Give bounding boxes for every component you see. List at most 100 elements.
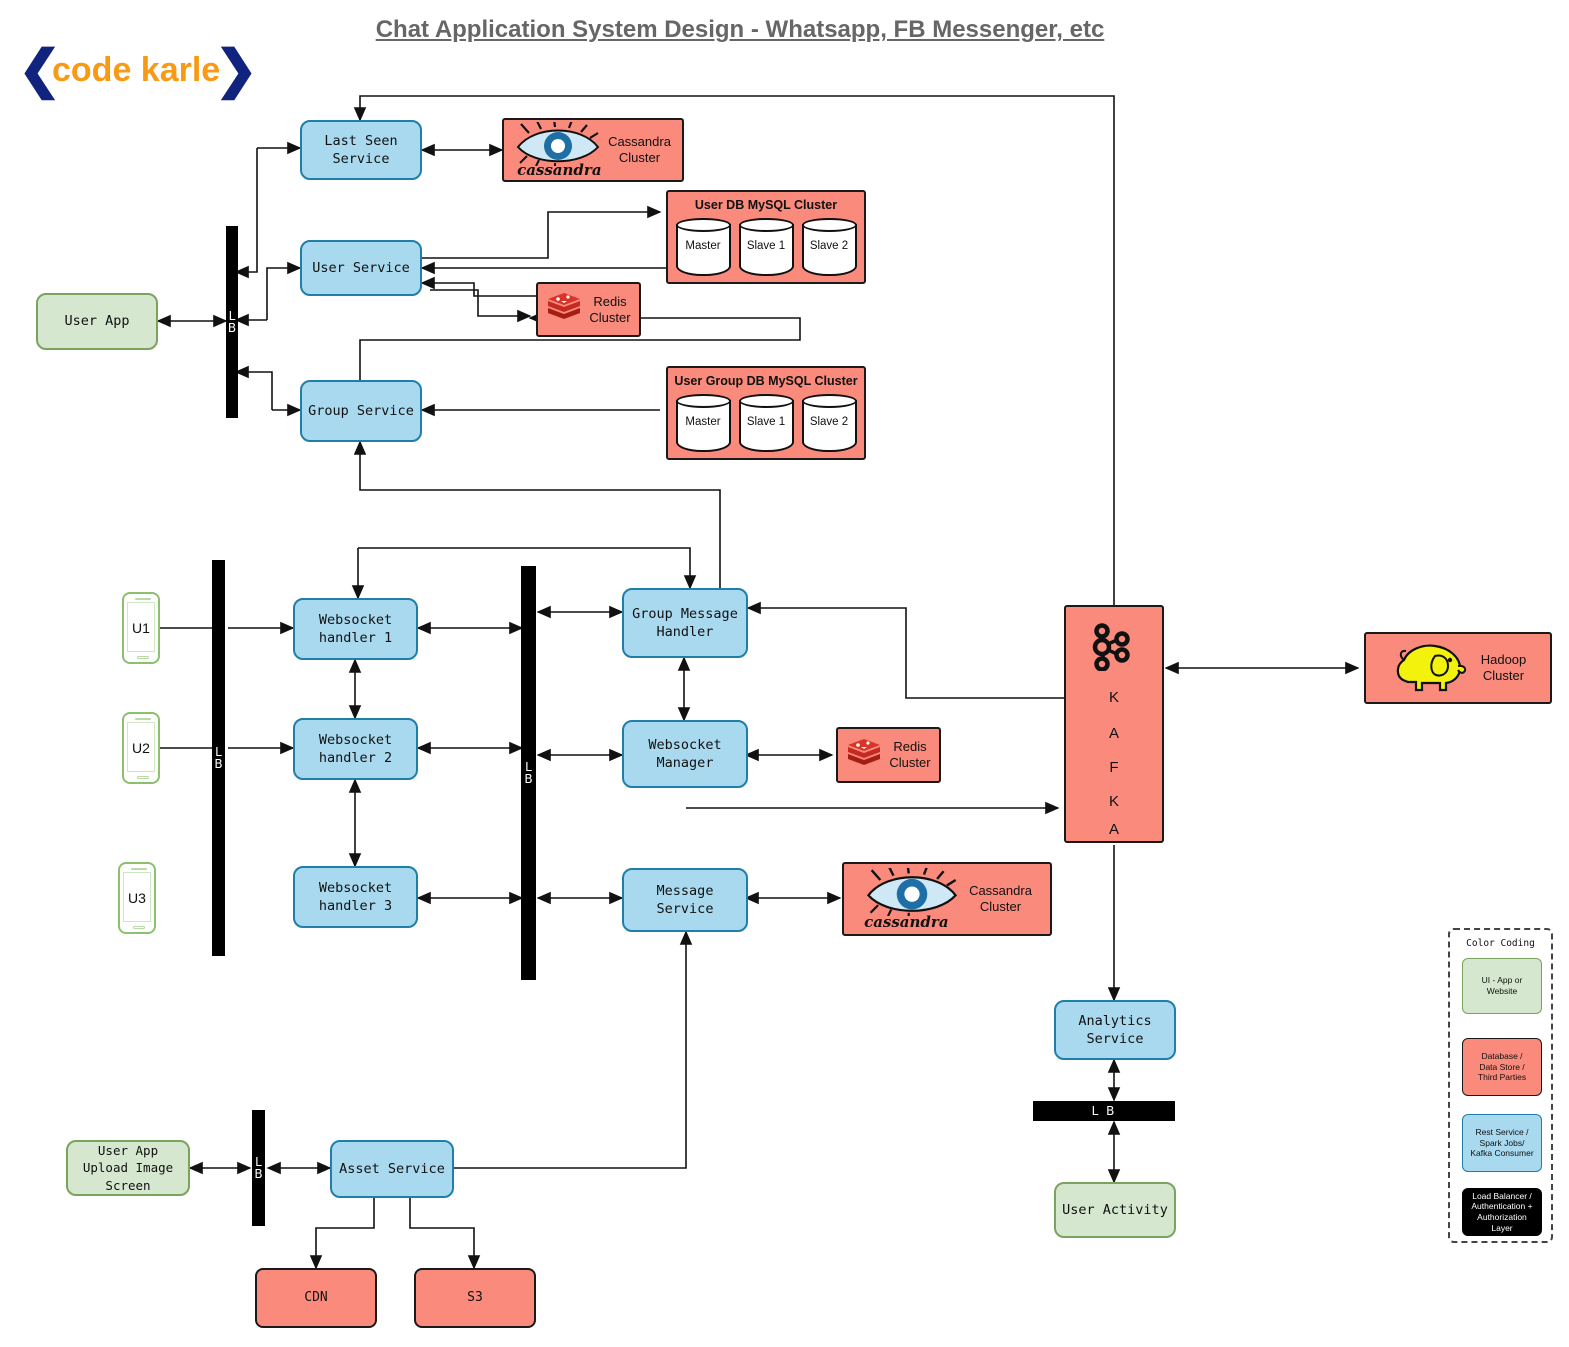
service-websocket-handler-1[interactable]: Websocket handler 1 bbox=[293, 598, 418, 660]
datastore-label: Redis Cluster bbox=[589, 293, 631, 325]
kafka-letter-1: K bbox=[1108, 689, 1119, 706]
lb-analytics[interactable]: L B bbox=[1033, 1101, 1175, 1121]
datastore-redis-websocket[interactable]: Redis Cluster bbox=[836, 727, 941, 783]
service-label: User Service bbox=[312, 259, 410, 276]
legend-title: Color Coding bbox=[1466, 938, 1535, 949]
db-node-master: Master bbox=[675, 394, 731, 454]
service-websocket-handler-2[interactable]: Websocket handler 2 bbox=[293, 718, 418, 780]
db-node-slave-2: Slave 2 bbox=[801, 218, 857, 278]
lb-upload[interactable]: L B bbox=[252, 1110, 265, 1226]
service-user[interactable]: User Service bbox=[300, 240, 422, 296]
service-label: Group Service bbox=[308, 402, 414, 419]
service-message[interactable]: Message Service bbox=[622, 868, 748, 932]
lb-user-app[interactable]: L B bbox=[226, 226, 238, 418]
service-label: Websocket handler 1 bbox=[318, 611, 393, 646]
db-node-slave-1: Slave 1 bbox=[738, 218, 794, 278]
db-node-label: Slave 1 bbox=[746, 240, 786, 252]
datastore-label: Cassandra Cluster bbox=[969, 883, 1032, 914]
service-last-seen[interactable]: Last Seen Service bbox=[300, 120, 422, 180]
cassandra-wordmark: cassandra bbox=[517, 161, 602, 179]
phone-label: U2 bbox=[132, 740, 150, 756]
service-label: Group Message Handler bbox=[632, 605, 738, 640]
datastore-hadoop[interactable]: Hadoop Cluster bbox=[1364, 632, 1552, 704]
legend-item-label: Rest Service / Spark Jobs/ Kafka Consume… bbox=[1470, 1127, 1534, 1159]
cluster-title: User Group DB MySQL Cluster bbox=[674, 374, 858, 388]
datastore-redis-user[interactable]: Redis Cluster bbox=[536, 282, 641, 337]
datastore-label: Hadoop Cluster bbox=[1480, 652, 1527, 683]
user-app-box[interactable]: User App bbox=[36, 293, 158, 350]
user-app-upload-box[interactable]: User App Upload Image Screen bbox=[66, 1140, 190, 1196]
client-phone-u2[interactable]: U2 bbox=[122, 712, 160, 784]
lb-letter-b: B bbox=[227, 321, 237, 335]
kafka-letter-4: K bbox=[1108, 793, 1119, 810]
user-app-upload-label: User App Upload Image Screen bbox=[82, 1142, 174, 1193]
client-phone-u1[interactable]: U1 bbox=[122, 592, 160, 664]
kafka-letter-5: A bbox=[1108, 821, 1119, 838]
db-node-label: Master bbox=[685, 416, 721, 428]
cassandra-wordmark: cassandra bbox=[864, 913, 949, 931]
db-node-label: Slave 2 bbox=[809, 416, 849, 428]
datastore-label: CDN bbox=[304, 1290, 328, 1306]
legend-item-load-balancer: Load Balancer / Authentication + Authori… bbox=[1462, 1188, 1542, 1236]
service-websocket-handler-3[interactable]: Websocket handler 3 bbox=[293, 866, 418, 928]
hadoop-elephant-icon bbox=[1390, 638, 1474, 699]
lb-handlers[interactable]: L B bbox=[521, 566, 536, 980]
phone-label: U3 bbox=[128, 890, 146, 906]
legend-item-label: Database / Data Store / Third Parties bbox=[1477, 1051, 1527, 1083]
datastore-kafka[interactable]: K A F K A bbox=[1064, 605, 1164, 843]
lb-letter-b: B bbox=[254, 1167, 263, 1181]
user-activity-box[interactable]: User Activity bbox=[1054, 1182, 1176, 1238]
phone-label: U1 bbox=[132, 620, 150, 636]
logo-wordmark: code karle bbox=[52, 51, 221, 89]
legend-item-service: Rest Service / Spark Jobs/ Kafka Consume… bbox=[1462, 1114, 1542, 1172]
service-label: Last Seen Service bbox=[324, 132, 398, 167]
datastore-cassandra-last-seen[interactable]: cassandra Cassandra Cluster bbox=[502, 118, 684, 182]
client-phone-u3[interactable]: U3 bbox=[118, 862, 156, 934]
cassandra-eye-icon: cassandra bbox=[515, 118, 602, 179]
db-node-slave-2: Slave 2 bbox=[801, 394, 857, 454]
db-node-label: Slave 2 bbox=[809, 240, 849, 252]
service-label: Websocket handler 2 bbox=[318, 731, 393, 766]
kafka-letter-3: F bbox=[1109, 759, 1119, 776]
service-group-message-handler[interactable]: Group Message Handler bbox=[622, 588, 748, 658]
datastore-cassandra-message[interactable]: cassandra Cassandra Cluster bbox=[842, 862, 1052, 936]
kafka-logo-icon bbox=[1088, 623, 1138, 672]
service-label: Websocket Manager bbox=[648, 736, 722, 771]
datastore-label: S3 bbox=[467, 1290, 483, 1306]
color-coding-legend: Color Coding UI - App or Website Databas… bbox=[1448, 928, 1553, 1243]
db-node-label: Master bbox=[685, 240, 721, 252]
service-label: Websocket handler 3 bbox=[318, 879, 393, 914]
cluster-title: User DB MySQL Cluster bbox=[694, 198, 838, 212]
legend-item-database: Database / Data Store / Third Parties bbox=[1462, 1038, 1542, 1096]
service-asset[interactable]: Asset Service bbox=[330, 1140, 454, 1198]
lb-letter-b: B bbox=[524, 772, 533, 786]
redis-stack-icon bbox=[546, 290, 582, 329]
datastore-cdn[interactable]: CDN bbox=[255, 1268, 377, 1328]
service-websocket-manager[interactable]: Websocket Manager bbox=[622, 720, 748, 788]
lb-horizontal-label: L B bbox=[1091, 1104, 1117, 1118]
legend-item-label: UI - App or Website bbox=[1481, 975, 1523, 996]
kafka-letter-2: A bbox=[1108, 725, 1119, 742]
service-label: Message Service bbox=[656, 882, 714, 917]
user-app-label: User App bbox=[64, 313, 130, 330]
cassandra-eye-icon: cassandra bbox=[862, 864, 962, 931]
service-label: Asset Service bbox=[339, 1160, 445, 1177]
code-karle-logo: ❮ code karle ❯ bbox=[18, 44, 258, 96]
redis-stack-icon bbox=[846, 736, 882, 775]
datastore-s3[interactable]: S3 bbox=[414, 1268, 536, 1328]
service-group[interactable]: Group Service bbox=[300, 380, 422, 442]
logo-right-bracket-icon: ❯ bbox=[214, 41, 258, 99]
service-label: Analytics Service bbox=[1078, 1012, 1152, 1047]
datastore-label: Redis Cluster bbox=[889, 739, 931, 770]
db-node-label: Slave 1 bbox=[746, 416, 786, 428]
legend-item-ui: UI - App or Website bbox=[1462, 958, 1542, 1014]
datastore-user-group-db-mysql-cluster[interactable]: User Group DB MySQL Cluster Master Slave… bbox=[666, 366, 866, 460]
lb-letter-b: B bbox=[214, 757, 223, 771]
lb-clients[interactable]: L B bbox=[212, 560, 225, 956]
user-activity-label: User Activity bbox=[1062, 1201, 1168, 1218]
service-analytics[interactable]: Analytics Service bbox=[1054, 1000, 1176, 1060]
datastore-user-db-mysql-cluster[interactable]: User DB MySQL Cluster Master Slave 1 Sla… bbox=[666, 190, 866, 284]
page-title: Chat Application System Design - Whatsap… bbox=[375, 16, 1105, 43]
legend-item-label: Load Balancer / Authentication + Authori… bbox=[1471, 1190, 1533, 1233]
datastore-label: Cassandra Cluster bbox=[608, 134, 671, 165]
